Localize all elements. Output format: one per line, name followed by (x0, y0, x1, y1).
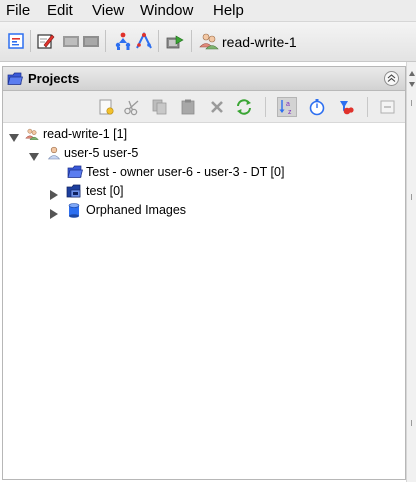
cut-icon[interactable] (123, 98, 141, 116)
filter-icon[interactable] (337, 98, 355, 116)
projects-panel-header: Projects (3, 67, 405, 91)
collapsed-arrow-icon[interactable] (49, 187, 59, 200)
edit-icon[interactable] (35, 31, 55, 51)
hierarchy-icon[interactable] (6, 31, 26, 51)
tree-row-orphaned[interactable]: Orphaned Images (7, 201, 397, 220)
scroll-down-icon[interactable] (409, 75, 415, 90)
projects-panel: Projects a z read-write-1 [1] user-5 use… (2, 66, 406, 480)
tree-row-user[interactable]: user-5 user-5 (7, 144, 397, 163)
current-user-label[interactable]: read-write-1 (222, 34, 297, 50)
svg-text:z: z (288, 109, 292, 116)
collapse-icon[interactable] (379, 98, 397, 116)
tree-label-orphaned[interactable]: Orphaned Images (86, 201, 186, 220)
folder-icon (67, 165, 83, 179)
chart-icon[interactable] (134, 31, 154, 51)
copy-icon[interactable] (151, 98, 169, 116)
users-icon[interactable] (199, 31, 219, 51)
tree-label-root[interactable]: read-write-1 [1] (43, 125, 127, 144)
cylinder-icon (68, 203, 80, 218)
tree-row-project[interactable]: Test - owner user-6 - user-3 - DT [0] (7, 163, 397, 182)
toolbar-separator (158, 30, 159, 52)
tree-row-dataset[interactable]: test [0] (7, 182, 397, 201)
toolbar-separator (105, 30, 106, 52)
toolbar-separator (30, 30, 31, 52)
menu-view[interactable]: View (92, 2, 124, 20)
main-toolbar: read-write-1 (0, 22, 416, 62)
tree-label-dataset[interactable]: test [0] (86, 182, 124, 201)
expanded-arrow-icon[interactable] (9, 130, 19, 142)
scroll-grip (411, 194, 412, 200)
toolbar-separator (191, 30, 192, 52)
collapsed-arrow-icon[interactable] (49, 206, 59, 219)
timer-icon[interactable] (308, 98, 326, 116)
paste-icon[interactable] (179, 98, 197, 116)
menu-file[interactable]: File (6, 2, 30, 20)
panel-title: Projects (28, 71, 80, 86)
new-icon[interactable] (97, 98, 115, 116)
menu-window[interactable]: Window (140, 2, 193, 20)
panel-icon[interactable] (61, 31, 81, 51)
refresh-icon[interactable] (235, 98, 253, 116)
toolbar-separator (265, 97, 266, 117)
tree-label-project[interactable]: Test - owner user-6 - user-3 - DT [0] (86, 163, 284, 182)
svg-text:a: a (286, 101, 290, 108)
dataset-icon (66, 184, 82, 198)
panel-icon[interactable] (81, 31, 101, 51)
collapse-icon[interactable] (384, 71, 399, 86)
delete-icon[interactable] (208, 98, 226, 116)
menu-edit[interactable]: Edit (47, 2, 73, 20)
menu-bar: File Edit View Window Help (0, 0, 416, 22)
tree-label-user[interactable]: user-5 user-5 (64, 144, 138, 163)
scroll-grip (411, 420, 412, 426)
user-icon (47, 146, 61, 160)
expanded-arrow-icon[interactable] (29, 149, 39, 161)
users-icon (25, 127, 39, 141)
import-icon[interactable] (165, 31, 185, 51)
projects-toolbar: a z (3, 91, 405, 123)
vertical-scrollbar[interactable] (406, 62, 416, 482)
scroll-grip (411, 100, 412, 106)
tree-row-root[interactable]: read-write-1 [1] (7, 125, 397, 144)
group-icon[interactable] (113, 31, 133, 51)
sort-icon[interactable]: a z (277, 97, 297, 117)
folder-icon (7, 72, 23, 86)
menu-help[interactable]: Help (213, 2, 244, 20)
toolbar-separator (367, 97, 368, 117)
